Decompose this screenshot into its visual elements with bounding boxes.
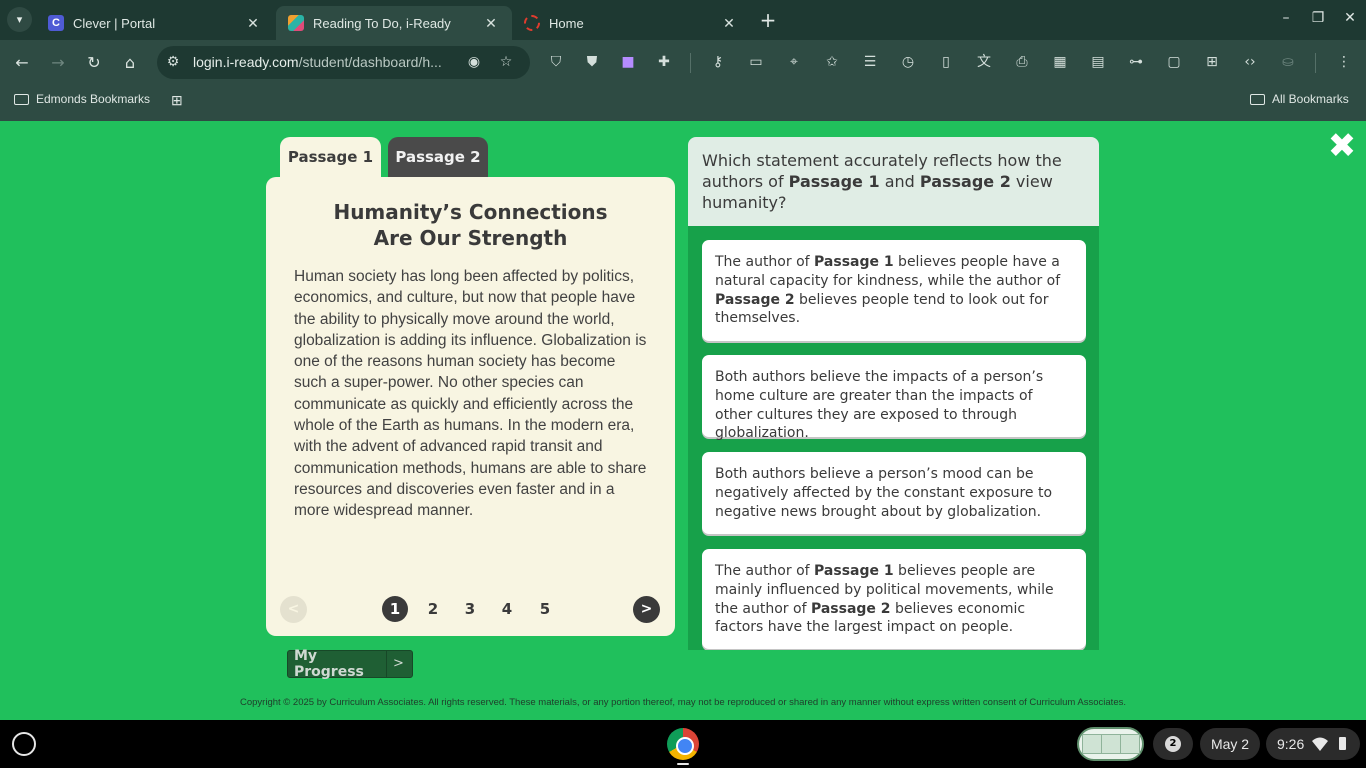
- tab-passage-2[interactable]: Passage 2: [388, 137, 488, 179]
- reload-icon[interactable]: ↻: [83, 52, 105, 74]
- tab-clever[interactable]: C Clever | Portal ✕: [36, 6, 274, 40]
- notification-count: 2: [1165, 736, 1181, 752]
- eye-icon[interactable]: ◉: [464, 52, 484, 72]
- page-4-button[interactable]: 4: [494, 596, 520, 622]
- tab-iready[interactable]: Reading To Do, i-Ready ✕: [276, 6, 512, 40]
- question-panel: Which statement accurately reflects how …: [688, 137, 1099, 650]
- code-icon[interactable]: ‹›: [1240, 52, 1260, 72]
- thumbnail-icon: [1120, 734, 1140, 754]
- tab-passage-1[interactable]: Passage 1: [280, 137, 381, 179]
- tab-title: Clever | Portal: [73, 15, 156, 31]
- site-info-icon[interactable]: ⚙: [163, 52, 183, 72]
- tab-close-icon[interactable]: ✕: [720, 15, 738, 32]
- menu-kebab-icon[interactable]: ⋮: [1334, 52, 1354, 72]
- address-url[interactable]: login.i-ready.com/student/dashboard/h...: [193, 54, 442, 70]
- qr-code-icon[interactable]: ▦: [1050, 52, 1070, 72]
- running-indicator: [677, 763, 689, 765]
- history-icon[interactable]: ◷: [898, 52, 918, 72]
- date-pill[interactable]: May 2: [1200, 728, 1260, 760]
- chevron-right-icon: >: [386, 651, 410, 677]
- thumbnail-icon: [1101, 734, 1121, 754]
- cast-icon[interactable]: ▢: [1164, 52, 1184, 72]
- page-3-button[interactable]: 3: [457, 596, 483, 622]
- prev-page-button[interactable]: <: [280, 596, 307, 623]
- passage-title: Humanity’s Connections Are Our Strength: [333, 200, 608, 250]
- tab-home[interactable]: Home ✕: [512, 6, 750, 40]
- page-5-button[interactable]: 5: [532, 596, 558, 622]
- answer-option-4[interactable]: The author of Passage 1 believes people …: [702, 549, 1086, 649]
- new-tab-button[interactable]: +: [756, 8, 780, 32]
- print-icon[interactable]: ⎙: [1012, 52, 1032, 72]
- wifi-icon: [1312, 737, 1328, 751]
- link-icon[interactable]: ⊶: [1126, 52, 1146, 72]
- translate-icon[interactable]: 文: [974, 52, 994, 72]
- reader-mode-icon[interactable]: ▤: [1088, 52, 1108, 72]
- answer-option-3[interactable]: Both authors believe a person’s mood can…: [702, 452, 1086, 534]
- restore-icon[interactable]: ❐: [1308, 10, 1328, 26]
- bookmark-star-icon[interactable]: ☆: [496, 52, 516, 72]
- bookmark-edmonds[interactable]: Edmonds Bookmarks: [14, 92, 150, 106]
- tab-layout-icon[interactable]: ⊞: [1202, 52, 1222, 72]
- tote-thumbnails[interactable]: [1077, 727, 1144, 761]
- copyright-notice: Copyright © 2025 by Curriculum Associate…: [240, 697, 1126, 708]
- page-1-button[interactable]: 1: [382, 596, 408, 622]
- passage-card: Humanity’s Connections Are Our Strength …: [266, 177, 675, 636]
- battery-icon: [1339, 737, 1346, 750]
- clever-favicon-icon: C: [48, 15, 64, 31]
- next-page-button[interactable]: >: [633, 596, 660, 623]
- puzzle-extension-icon[interactable]: ✚: [654, 52, 674, 72]
- purple-extension-icon[interactable]: ■: [618, 52, 638, 72]
- reading-list-icon[interactable]: ☰: [860, 52, 880, 72]
- shield-check-extension-icon[interactable]: ⛊: [582, 52, 602, 72]
- favorites-icon[interactable]: ✩: [822, 52, 842, 72]
- tab-title: Reading To Do, i-Ready: [313, 15, 451, 31]
- answer-option-2[interactable]: Both authors believe the impacts of a pe…: [702, 355, 1086, 441]
- trash-icon[interactable]: ▯: [936, 52, 956, 72]
- toolbar-divider: [1315, 53, 1316, 73]
- home-favicon-icon: [524, 15, 540, 31]
- my-progress-button[interactable]: My Progress >: [287, 648, 413, 680]
- notification-pill[interactable]: 2: [1153, 728, 1193, 760]
- back-icon[interactable]: ←: [11, 52, 33, 74]
- bookmark-all[interactable]: All Bookmarks: [1250, 92, 1349, 106]
- folder-icon: [14, 93, 29, 105]
- tab-title: Home: [549, 15, 584, 31]
- apps-grid-icon[interactable]: ⊞: [171, 92, 183, 109]
- card-icon[interactable]: ▭: [746, 52, 766, 72]
- answer-option-1[interactable]: The author of Passage 1 believes people …: [702, 240, 1086, 341]
- bookmarks-bar: [0, 85, 1366, 121]
- toolbar-divider: [690, 53, 691, 73]
- folder-icon: [1250, 93, 1265, 105]
- window-close-icon[interactable]: ✕: [1340, 10, 1360, 26]
- question-prompt: Which statement accurately reflects how …: [688, 137, 1099, 226]
- tab-close-icon[interactable]: ✕: [482, 15, 500, 32]
- tab-close-icon[interactable]: ✕: [244, 15, 262, 32]
- passage-text: Human society has long been affected by …: [294, 268, 647, 520]
- incognito-icon[interactable]: ⛀: [1278, 52, 1298, 72]
- shield-extension-icon[interactable]: ⛉: [546, 52, 566, 72]
- key-icon[interactable]: ⚷: [708, 52, 728, 72]
- page-2-button[interactable]: 2: [420, 596, 446, 622]
- iready-favicon-icon: [288, 15, 304, 31]
- home-icon[interactable]: ⌂: [119, 52, 141, 74]
- chrome-icon[interactable]: [667, 728, 699, 760]
- forward-icon[interactable]: →: [47, 52, 69, 74]
- close-lesson-icon[interactable]: ✖: [1326, 128, 1358, 164]
- clock: 9:26: [1277, 736, 1305, 752]
- tab-search-icon[interactable]: ▾: [7, 7, 32, 32]
- launcher-icon[interactable]: [12, 732, 36, 756]
- location-pin-icon[interactable]: ⌖: [784, 52, 804, 72]
- thumbnail-icon: [1082, 734, 1102, 754]
- minimize-icon[interactable]: –: [1276, 10, 1296, 26]
